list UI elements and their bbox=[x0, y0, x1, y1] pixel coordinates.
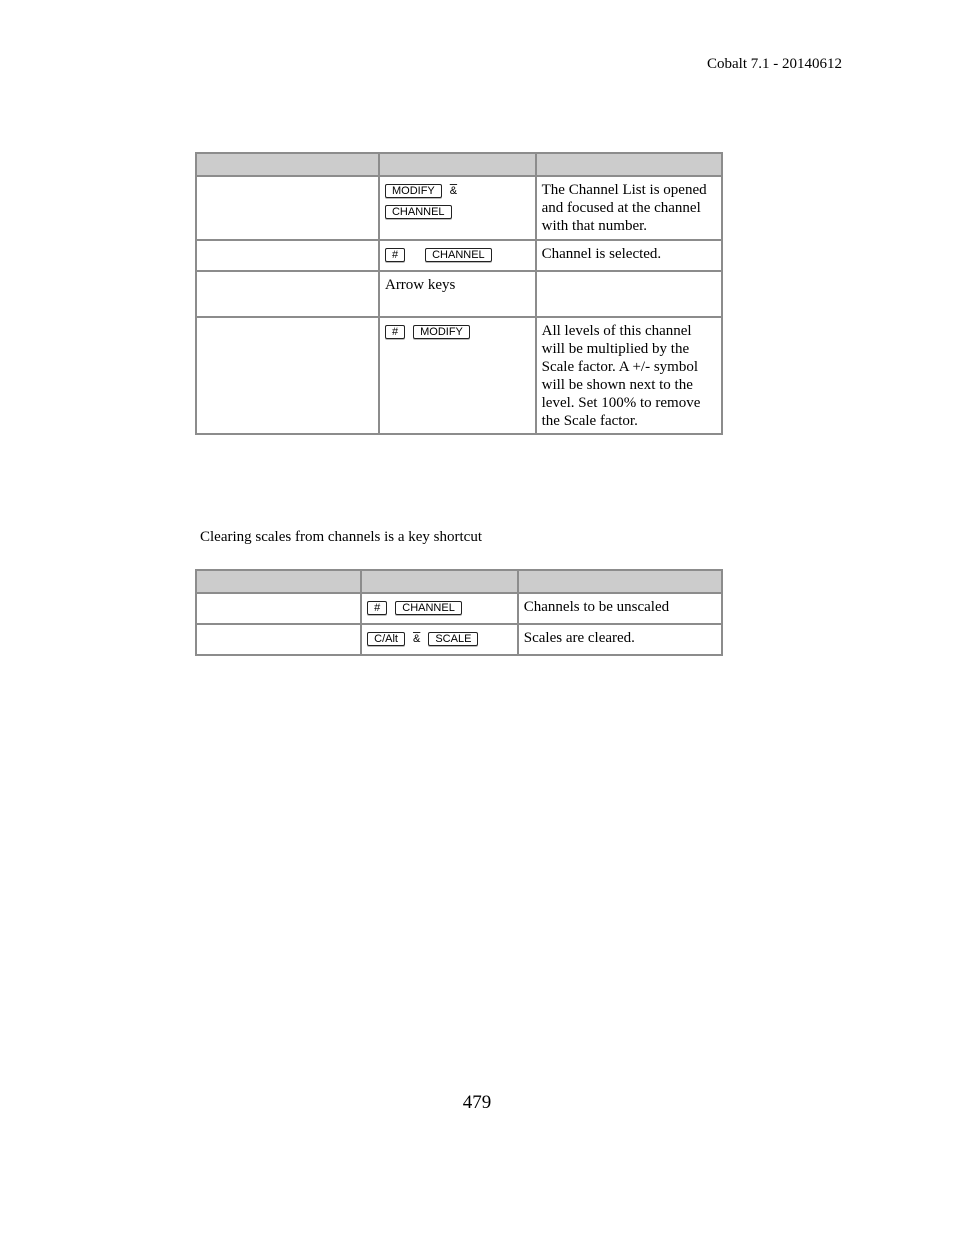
header-cell-keys bbox=[377, 152, 537, 177]
keys-cell: C/Alt & SCALE bbox=[360, 623, 519, 656]
header-cell-action bbox=[195, 152, 380, 177]
table-header-row bbox=[194, 569, 724, 594]
table-row: # CHANNEL Channels to be unscaled bbox=[194, 592, 724, 625]
document-header: Cobalt 7.1 - 20140612 bbox=[707, 56, 842, 72]
action-cell bbox=[195, 239, 380, 272]
header-cell-result bbox=[516, 569, 724, 594]
number-key: # bbox=[384, 324, 406, 339]
action-cell bbox=[195, 316, 380, 435]
key-line: MODIFY & bbox=[384, 181, 530, 200]
keys-cell: MODIFY & CHANNEL bbox=[377, 175, 537, 241]
key-line: CHANNEL bbox=[384, 203, 530, 221]
action-cell bbox=[194, 623, 363, 656]
result-cell: Channels to be unscaled bbox=[516, 592, 724, 625]
action-cell bbox=[195, 175, 380, 241]
table-row: C/Alt & SCALE Scales are cleared. bbox=[194, 623, 724, 656]
keys-cell: Arrow keys bbox=[377, 270, 537, 318]
result-cell: Channel is selected. bbox=[534, 239, 724, 272]
action-cell bbox=[195, 270, 380, 318]
channel-key: CHANNEL bbox=[425, 247, 492, 262]
clear-scales-table: # CHANNEL Channels to be unscaled C/Alt & S… bbox=[194, 569, 724, 656]
channel-key: CHANNEL bbox=[395, 600, 462, 615]
number-key: # bbox=[384, 247, 406, 262]
keys-cell: # CHANNEL bbox=[377, 239, 537, 272]
channel-scale-table: MODIFY & CHANNEL The Channel List is open… bbox=[195, 152, 724, 435]
header-cell-result bbox=[534, 152, 724, 177]
header-cell-keys bbox=[360, 569, 519, 594]
keys-cell: # MODIFY bbox=[377, 316, 537, 435]
channel-key: CHANNEL bbox=[384, 205, 452, 220]
and-symbol: & bbox=[449, 184, 458, 197]
result-cell: The Channel List is opened and focused a… bbox=[534, 175, 724, 241]
result-cell: All levels of this channel will be multi… bbox=[534, 316, 724, 435]
table-row: # MODIFY All levels of this channel will … bbox=[195, 316, 724, 435]
keys-cell: # CHANNEL bbox=[360, 592, 519, 625]
table-row: # CHANNEL Channel is selected. bbox=[195, 239, 724, 272]
table-row: MODIFY & CHANNEL The Channel List is open… bbox=[195, 175, 724, 241]
modify-key: MODIFY bbox=[413, 324, 470, 339]
page-number: 479 bbox=[462, 1092, 492, 1113]
intro-paragraph: Clearing scales from channels is a key s… bbox=[200, 529, 482, 545]
result-cell: Scales are cleared. bbox=[516, 623, 724, 656]
modify-key: MODIFY bbox=[384, 183, 442, 198]
action-cell bbox=[194, 592, 363, 625]
scale-key: SCALE bbox=[428, 631, 479, 646]
table-header-row bbox=[195, 152, 724, 177]
table-row: Arrow keys bbox=[195, 270, 724, 318]
header-cell-action bbox=[194, 569, 363, 594]
calt-key: C/Alt bbox=[367, 631, 405, 646]
and-symbol: & bbox=[412, 632, 421, 645]
result-cell bbox=[534, 270, 724, 318]
number-key: # bbox=[367, 600, 388, 615]
